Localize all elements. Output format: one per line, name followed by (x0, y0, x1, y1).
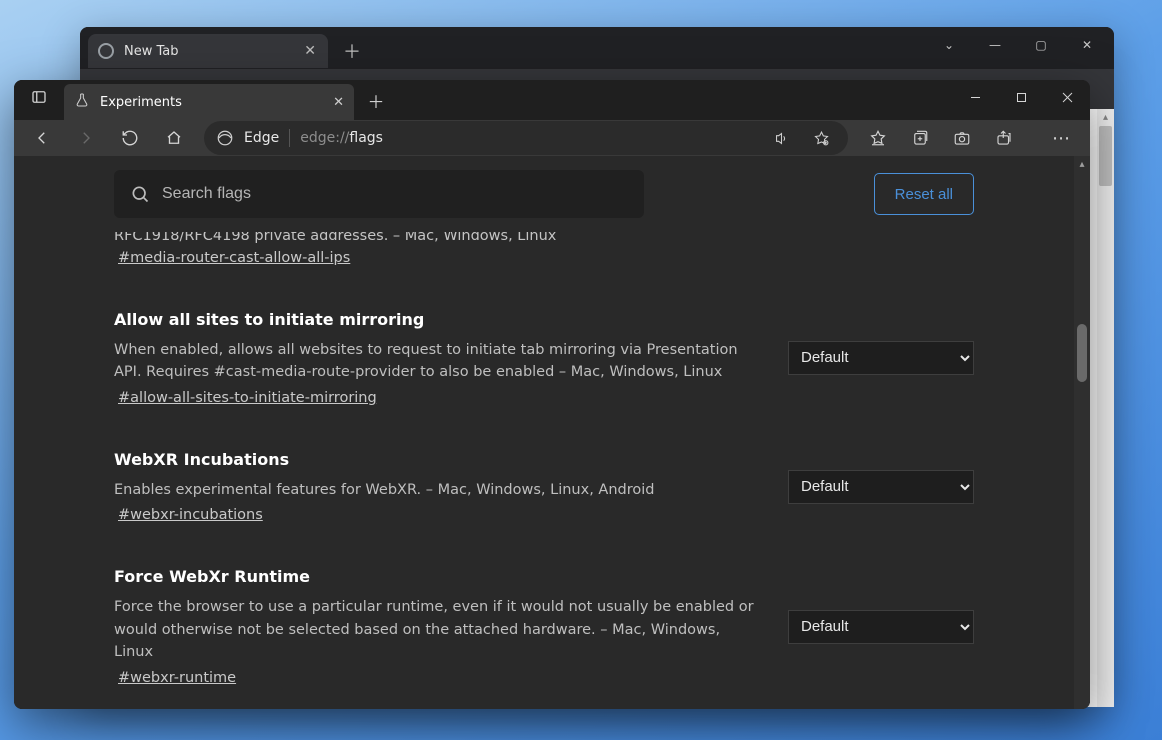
flag-desc: When enabled, allows all websites to req… (114, 339, 758, 384)
flags-page: Reset all RFC1918/RFC4198 private addres… (14, 156, 1074, 709)
bg-scroll-thumb[interactable] (1099, 126, 1112, 186)
tab-actions-button[interactable] (22, 80, 56, 114)
edge-toolbar: Edge edge://flags ⋯ (14, 120, 1090, 156)
close-button[interactable] (1044, 80, 1090, 114)
scroll-thumb[interactable] (1077, 324, 1087, 382)
read-aloud-button[interactable] (766, 123, 796, 153)
flag-title: Force WebXr Runtime (114, 567, 758, 586)
bg-window-controls: ⌄ — ▢ ✕ (926, 27, 1110, 63)
close-button[interactable]: ✕ (1064, 27, 1110, 63)
favorite-button[interactable] (806, 123, 836, 153)
menu-button[interactable]: ⋯ (1042, 120, 1082, 156)
screenshot-button[interactable] (942, 120, 982, 156)
toolbar-right: ⋯ (858, 120, 1082, 156)
refresh-button[interactable] (110, 120, 150, 156)
flag-title: WebXR Incubations (114, 450, 758, 469)
edge-body: Reset all RFC1918/RFC4198 private addres… (14, 156, 1090, 709)
reset-all-button[interactable]: Reset all (874, 173, 974, 215)
edge-new-tab-button[interactable]: ＋ (360, 84, 392, 116)
bg-new-tab-button[interactable]: ＋ (338, 37, 366, 65)
scroll-up-icon[interactable]: ▴ (1097, 109, 1114, 126)
address-bar[interactable]: Edge edge://flags (204, 121, 848, 155)
bg-tab-label: New Tab (124, 44, 179, 59)
flag-desc: Enables experimental features for WebXR.… (114, 479, 758, 501)
maximize-button[interactable] (998, 80, 1044, 114)
flag-anchor[interactable]: #media-router-cast-allow-all-ips (118, 250, 350, 266)
flag-desc: Force the browser to use a particular ru… (114, 596, 758, 663)
bg-scrollbar[interactable]: ▴ (1097, 109, 1114, 707)
forward-button[interactable] (66, 120, 106, 156)
minimize-button[interactable]: — (972, 27, 1018, 63)
chrome-icon (98, 43, 114, 59)
flags-header: Reset all (14, 156, 1074, 232)
edge-tab-label: Experiments (100, 95, 182, 110)
chevron-down-icon[interactable]: ⌄ (926, 27, 972, 63)
close-icon[interactable]: ✕ (304, 43, 316, 59)
edge-scrollbar[interactable]: ▴ ▾ (1074, 156, 1090, 709)
flag-select[interactable]: Default (788, 470, 974, 504)
bg-tab[interactable]: New Tab ✕ (88, 34, 328, 68)
edge-tab[interactable]: Experiments ✕ (64, 84, 354, 120)
share-button[interactable] (984, 120, 1024, 156)
flask-icon (74, 92, 90, 112)
edge-titlebar: Experiments ✕ ＋ (14, 80, 1090, 120)
search-flags-box[interactable] (114, 170, 644, 218)
edge-window: Experiments ✕ ＋ Edge edge://flags (14, 80, 1090, 709)
minimize-button[interactable] (952, 80, 998, 114)
edge-logo-icon (216, 129, 234, 147)
flag-select[interactable]: Default (788, 341, 974, 375)
separator (289, 129, 290, 147)
scroll-track[interactable] (1074, 172, 1090, 709)
flag-anchor[interactable]: #webxr-incubations (118, 507, 263, 523)
favorites-button[interactable] (858, 120, 898, 156)
flag-item: Force WebXr Runtime Force the browser to… (114, 567, 974, 685)
flag-select[interactable]: Default (788, 610, 974, 644)
flag-title: Allow all sites to initiate mirroring (114, 310, 758, 329)
flag-anchor[interactable]: #allow-all-sites-to-initiate-mirroring (118, 390, 377, 406)
address-brand: Edge (244, 130, 279, 146)
back-button[interactable] (22, 120, 62, 156)
flag-item: WebXR Incubations Enables experimental f… (114, 450, 974, 523)
home-button[interactable] (154, 120, 194, 156)
flag-anchor[interactable]: #webxr-runtime (118, 670, 236, 686)
bg-titlebar: New Tab ✕ ＋ ⌄ — ▢ ✕ (80, 27, 1114, 69)
search-icon (130, 184, 150, 204)
search-input[interactable] (162, 185, 628, 203)
flags-list: RFC1918/RFC4198 private addresses. – Mac… (14, 228, 1074, 709)
collections-button[interactable] (900, 120, 940, 156)
maximize-button[interactable]: ▢ (1018, 27, 1064, 63)
address-url: edge://flags (300, 130, 383, 146)
scroll-up-icon[interactable]: ▴ (1074, 156, 1090, 172)
close-icon[interactable]: ✕ (333, 95, 344, 110)
edge-window-controls (952, 80, 1090, 114)
flag-item: Allow all sites to initiate mirroring Wh… (114, 310, 974, 406)
